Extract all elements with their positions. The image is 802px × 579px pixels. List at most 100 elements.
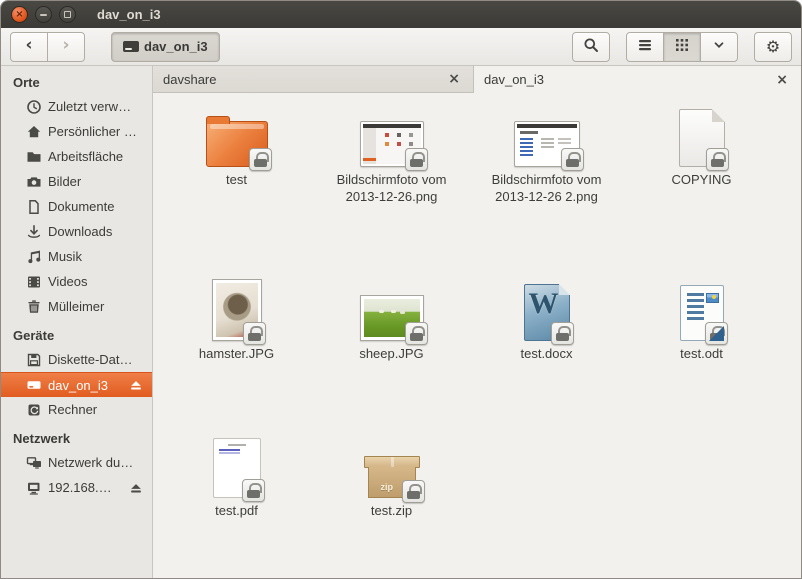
sidebar-item-label: Dokumente bbox=[48, 199, 114, 214]
file-label: test.docx bbox=[520, 346, 572, 363]
sidebar-section-netzwerk: Netzwerk bbox=[1, 422, 152, 450]
sidebar-item-dav-on-i3[interactable]: dav_on_i3 bbox=[1, 372, 152, 397]
sidebar-item-arbeitsflaeche[interactable]: Arbeitsfläche bbox=[1, 144, 152, 169]
lock-emblem-icon bbox=[405, 148, 428, 171]
file-item-bildschirmfoto-2[interactable]: Bildschirmfoto vom 2013-12-26 2.png bbox=[469, 99, 624, 206]
sidebar-section-geraete: Geräte bbox=[1, 319, 152, 347]
file-item-test-odt[interactable]: test.odt bbox=[624, 273, 779, 363]
toolbar: ‹ › dav_on_i3 bbox=[1, 28, 801, 66]
tab-label: dav_on_i3 bbox=[484, 72, 544, 87]
file-item-test-folder[interactable]: test bbox=[159, 99, 314, 189]
search-button[interactable] bbox=[572, 32, 610, 62]
view-toggle-group bbox=[626, 32, 738, 62]
sidebar-item-label: Videos bbox=[48, 274, 88, 289]
eject-button[interactable] bbox=[129, 378, 143, 392]
sidebar-item-diskette[interactable]: Diskette-Dat… bbox=[1, 347, 152, 372]
sidebar-item-label: Mülleimer bbox=[48, 299, 104, 314]
text-file-icon bbox=[679, 109, 725, 167]
content-area: davshare × dav_on_i3 × test bbox=[153, 66, 801, 578]
camera-icon bbox=[26, 174, 42, 190]
thumb-heading bbox=[520, 131, 538, 134]
gear-icon: ⚙ bbox=[766, 39, 780, 55]
sidebar-item-videos[interactable]: Videos bbox=[1, 269, 152, 294]
file-label: test.odt bbox=[680, 346, 723, 363]
file-item-copying[interactable]: COPYING bbox=[624, 99, 779, 189]
search-icon bbox=[583, 37, 599, 56]
close-tab-icon[interactable]: × bbox=[445, 71, 463, 87]
pdf-document-icon bbox=[213, 438, 261, 498]
minimize-window-button[interactable] bbox=[35, 6, 52, 23]
tab-davshare[interactable]: davshare × bbox=[153, 66, 474, 93]
location-label: dav_on_i3 bbox=[144, 39, 208, 54]
file-item-hamster-jpg[interactable]: hamster.JPG bbox=[159, 273, 314, 363]
trash-icon bbox=[26, 299, 42, 315]
sidebar-item-label: Diskette-Dat… bbox=[48, 352, 133, 367]
sidebar: Orte Zuletzt verw… Persönlicher … Arbeit… bbox=[1, 66, 153, 578]
sidebar-item-rechner[interactable]: Rechner bbox=[1, 397, 152, 422]
folder-icon bbox=[26, 149, 42, 165]
file-label: hamster.JPG bbox=[199, 346, 274, 363]
floppy-icon bbox=[26, 352, 42, 368]
close-window-button[interactable]: × bbox=[11, 6, 28, 23]
lock-emblem-icon bbox=[561, 148, 584, 171]
photo-thumbnail-icon bbox=[360, 295, 424, 341]
grid-view-icon bbox=[674, 37, 690, 56]
main-area: Orte Zuletzt verw… Persönlicher … Arbeit… bbox=[1, 66, 801, 578]
lock-emblem-icon bbox=[243, 322, 266, 345]
file-label: sheep.JPG bbox=[359, 346, 423, 363]
file-label: test.pdf bbox=[215, 503, 258, 520]
zip-archive-icon: zip bbox=[364, 456, 420, 498]
location-path-button[interactable]: dav_on_i3 bbox=[111, 32, 220, 62]
sidebar-item-label: Persönlicher … bbox=[48, 124, 137, 139]
view-options-dropdown-button[interactable] bbox=[700, 32, 738, 62]
titlebar[interactable]: × dav_on_i3 bbox=[1, 1, 801, 28]
forward-button[interactable]: › bbox=[47, 32, 85, 62]
sidebar-item-persoenlicher-ordner[interactable]: Persönlicher … bbox=[1, 119, 152, 144]
thumb-icons bbox=[385, 133, 389, 137]
back-button[interactable]: ‹ bbox=[10, 32, 48, 62]
chevron-down-icon bbox=[712, 38, 726, 55]
settings-menu-button[interactable]: ⚙ bbox=[754, 32, 792, 62]
sidebar-item-bilder[interactable]: Bilder bbox=[1, 169, 152, 194]
sidebar-item-zuletzt-verwendet[interactable]: Zuletzt verw… bbox=[1, 94, 152, 119]
file-item-bildschirmfoto-1[interactable]: Bildschirmfoto vom 2013-12-26.png bbox=[314, 99, 469, 206]
close-tab-icon[interactable]: × bbox=[773, 72, 791, 88]
file-grid: test Bildschirmfoto vom 2013-12-26.png bbox=[153, 93, 801, 578]
file-label: Bildschirmfoto vom 2013-12-26 2.png bbox=[482, 172, 612, 206]
sidebar-item-dokumente[interactable]: Dokumente bbox=[1, 194, 152, 219]
lock-emblem-icon bbox=[706, 148, 729, 171]
network-drive-icon bbox=[26, 480, 42, 496]
sidebar-item-label: Musik bbox=[48, 249, 82, 264]
grid-view-button[interactable] bbox=[663, 32, 701, 62]
sidebar-item-192-168-server[interactable]: 192.168.… bbox=[1, 475, 152, 500]
file-item-test-zip[interactable]: zip test.zip bbox=[314, 430, 469, 520]
pdf-text-line bbox=[228, 444, 246, 446]
lock-emblem-icon bbox=[242, 479, 265, 502]
lock-emblem-icon bbox=[705, 322, 728, 345]
sidebar-item-label: Arbeitsfläche bbox=[48, 149, 123, 164]
file-item-sheep-jpg[interactable]: sheep.JPG bbox=[314, 273, 469, 363]
file-label: Bildschirmfoto vom 2013-12-26.png bbox=[327, 172, 457, 206]
tab-dav-on-i3[interactable]: dav_on_i3 × bbox=[474, 66, 801, 93]
file-item-test-docx[interactable]: W test.docx bbox=[469, 273, 624, 363]
sidebar-item-muelleimer[interactable]: Mülleimer bbox=[1, 294, 152, 319]
chevron-left-icon: ‹ bbox=[25, 37, 32, 56]
lock-emblem-icon bbox=[551, 322, 574, 345]
tab-label: davshare bbox=[163, 72, 216, 87]
sidebar-item-label: Rechner bbox=[48, 402, 97, 417]
file-label: test.zip bbox=[371, 503, 412, 520]
list-view-button[interactable] bbox=[626, 32, 664, 62]
clock-icon bbox=[26, 99, 42, 115]
pdf-link-line bbox=[219, 449, 240, 451]
sidebar-item-label: dav_on_i3 bbox=[48, 378, 108, 393]
image-thumbnail-icon bbox=[514, 121, 580, 167]
music-icon bbox=[26, 249, 42, 265]
file-item-test-pdf[interactable]: test.pdf bbox=[159, 430, 314, 520]
maximize-window-button[interactable] bbox=[59, 6, 76, 23]
sidebar-item-netzwerk-durchsuchen[interactable]: Netzwerk du… bbox=[1, 450, 152, 475]
sidebar-item-musik[interactable]: Musik bbox=[1, 244, 152, 269]
sidebar-item-downloads[interactable]: Downloads bbox=[1, 219, 152, 244]
eject-button[interactable] bbox=[129, 481, 143, 495]
list-view-icon bbox=[637, 37, 653, 56]
file-label: test bbox=[226, 172, 247, 189]
